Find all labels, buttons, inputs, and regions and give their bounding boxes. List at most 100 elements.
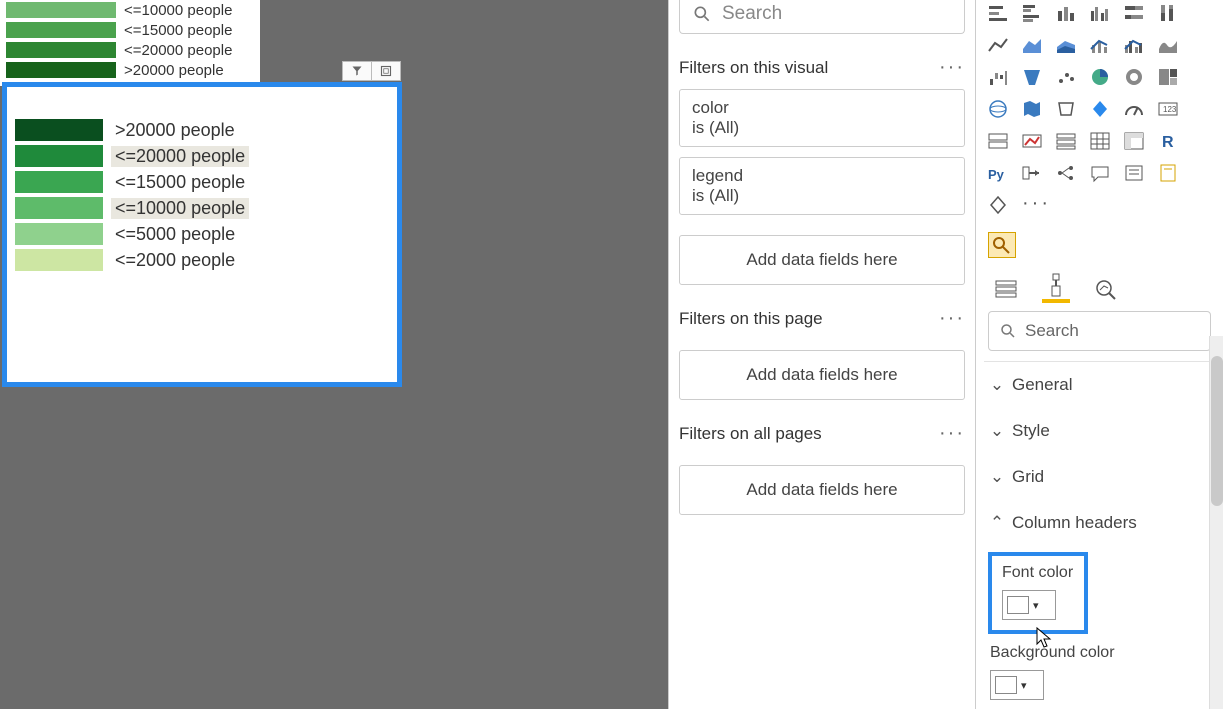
legend-label: <=2000 people <box>111 250 239 271</box>
visual-body: >20000 people <=20000 people <=15000 peo… <box>7 87 397 281</box>
viz-waterfall-icon[interactable] <box>984 64 1012 90</box>
viz-map-icon[interactable] <box>984 96 1012 122</box>
more-icon[interactable]: ··· <box>939 307 965 330</box>
section-column-headers[interactable]: ⌃Column headers <box>984 500 1215 546</box>
filter-card[interactable]: color is (All) <box>679 89 965 147</box>
viz-pie-icon[interactable] <box>1086 64 1114 90</box>
viz-100stacked-column-icon[interactable] <box>1154 0 1182 26</box>
legend-swatch <box>15 119 103 141</box>
add-fields-visual[interactable]: Add data fields here <box>679 235 965 285</box>
scrollbar[interactable] <box>1209 336 1223 709</box>
visualizations-pane: 123 R Py ··· Search ⌄General ⌄Style ⌄Gri… <box>976 0 1223 709</box>
tab-format-icon[interactable] <box>1042 275 1070 303</box>
viz-paginated-icon[interactable] <box>1154 160 1182 186</box>
viz-stacked-bar-icon[interactable] <box>984 0 1012 26</box>
section-label: Style <box>1012 421 1050 441</box>
viz-line-clustered-icon[interactable] <box>1120 32 1148 58</box>
format-tabs <box>992 275 1215 303</box>
viz-treemap-icon[interactable] <box>1154 64 1182 90</box>
viz-multirow-card-icon[interactable] <box>984 128 1012 154</box>
visual-filter-icon[interactable] <box>342 61 372 81</box>
legend-row: <=15000 people <box>15 169 389 195</box>
mouse-cursor-icon <box>1034 626 1054 650</box>
viz-arcgis-icon[interactable] <box>984 192 1012 218</box>
viz-qa-icon[interactable] <box>1086 160 1114 186</box>
more-icon[interactable]: ··· <box>939 422 965 445</box>
legend-row: >20000 people <box>6 60 254 80</box>
filter-field-name: color <box>692 98 952 118</box>
legend-swatch <box>15 249 103 271</box>
svg-text:R: R <box>1162 134 1174 151</box>
viz-shape-map-icon[interactable] <box>1052 96 1080 122</box>
legend-label: <=10000 people <box>124 2 232 19</box>
viz-gauge-icon[interactable] <box>1120 96 1148 122</box>
add-fields-all[interactable]: Add data fields here <box>679 465 965 515</box>
legend-row: <=5000 people <box>15 221 389 247</box>
section-label: Column headers <box>1012 513 1137 533</box>
viz-custom-icon[interactable] <box>988 232 1016 258</box>
viz-100stacked-bar-icon[interactable] <box>1120 0 1148 26</box>
viz-kpi-icon[interactable] <box>1018 128 1046 154</box>
background-color-label: Background color <box>990 644 1215 662</box>
visual-focus-icon[interactable] <box>371 61 401 81</box>
legend-swatch <box>15 197 103 219</box>
viz-table-icon[interactable] <box>1086 128 1114 154</box>
viz-donut-icon[interactable] <box>1120 64 1148 90</box>
viz-r-icon[interactable]: R <box>1154 128 1182 154</box>
viz-funnel-icon[interactable] <box>1018 64 1046 90</box>
viz-slicer-icon[interactable] <box>1052 128 1080 154</box>
viz-matrix-icon[interactable] <box>1120 128 1148 154</box>
background-color-picker[interactable]: ▾ <box>990 670 1044 700</box>
selected-visual[interactable]: >20000 people <=20000 people <=15000 peo… <box>2 82 402 387</box>
tab-fields-icon[interactable] <box>992 275 1020 303</box>
more-icon[interactable]: ··· <box>939 56 965 79</box>
scrollbar-thumb[interactable] <box>1211 356 1223 506</box>
add-fields-page[interactable]: Add data fields here <box>679 350 965 400</box>
viz-stacked-column-icon[interactable] <box>1052 0 1080 26</box>
viz-card-icon[interactable]: 123 <box>1154 96 1182 122</box>
legend-row: >20000 people <box>15 117 389 143</box>
add-fields-label: Add data fields here <box>746 365 897 384</box>
viz-ribbon-icon[interactable] <box>1154 32 1182 58</box>
caret-down-icon: ▾ <box>1033 599 1039 612</box>
legend-swatch <box>15 223 103 245</box>
filters-search[interactable]: Search <box>679 0 965 34</box>
report-canvas[interactable]: <=10000 people <=15000 people <=20000 pe… <box>0 0 668 709</box>
section-general[interactable]: ⌄General <box>984 362 1215 408</box>
viz-line-icon[interactable] <box>984 32 1012 58</box>
viz-key-influencers-icon[interactable] <box>1018 160 1046 186</box>
viz-stacked-area-icon[interactable] <box>1052 32 1080 58</box>
viz-clustered-bar-icon[interactable] <box>1018 0 1046 26</box>
format-search[interactable]: Search <box>988 311 1211 351</box>
viz-scatter-icon[interactable] <box>1052 64 1080 90</box>
viz-narrative-icon[interactable] <box>1120 160 1148 186</box>
viz-clustered-column-icon[interactable] <box>1086 0 1114 26</box>
visual-toolbar <box>343 59 405 83</box>
font-color-picker[interactable]: ▾ <box>1002 590 1056 620</box>
legend-row: <=15000 people <box>6 20 254 40</box>
section-style[interactable]: ⌄Style <box>984 408 1215 454</box>
tab-analytics-icon[interactable] <box>1092 275 1120 303</box>
search-icon <box>999 322 1017 340</box>
section-grid[interactable]: ⌄Grid <box>984 454 1215 500</box>
legend-row: <=20000 people <box>15 143 389 169</box>
color-swatch <box>1007 596 1029 614</box>
search-placeholder: Search <box>722 3 782 25</box>
legend-label: <=20000 people <box>111 146 249 167</box>
viz-area-icon[interactable] <box>1018 32 1046 58</box>
legend-swatch <box>15 145 103 167</box>
legend-swatch <box>6 42 116 58</box>
legend-swatch <box>15 171 103 193</box>
font-color-label: Font color <box>1002 564 1074 582</box>
viz-more-icon[interactable]: ··· <box>1022 192 1051 218</box>
format-accordion: ⌄General ⌄Style ⌄Grid ⌃Column headers Fo… <box>984 361 1215 700</box>
section-label: Grid <box>1012 467 1044 487</box>
viz-azure-map-icon[interactable] <box>1086 96 1114 122</box>
filter-field-value: is (All) <box>692 118 952 138</box>
section-label: Filters on all pages <box>679 424 822 444</box>
viz-line-column-icon[interactable] <box>1086 32 1114 58</box>
viz-decomposition-icon[interactable] <box>1052 160 1080 186</box>
viz-python-icon[interactable]: Py <box>984 160 1012 186</box>
filter-card[interactable]: legend is (All) <box>679 157 965 215</box>
viz-filled-map-icon[interactable] <box>1018 96 1046 122</box>
